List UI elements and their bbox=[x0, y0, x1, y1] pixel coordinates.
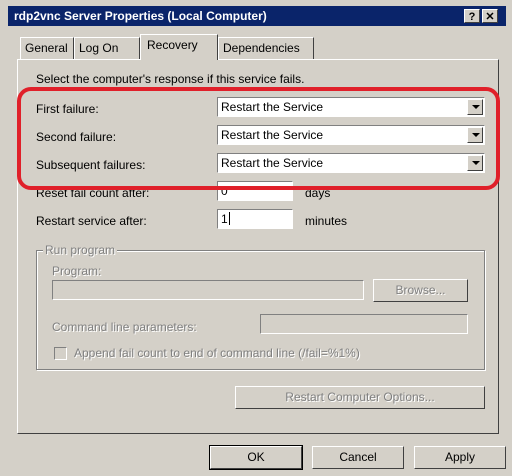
command-line-params-input[interactable] bbox=[260, 314, 468, 334]
second-failure-select[interactable]: Restart the Service bbox=[217, 125, 485, 145]
instruction-text: Select the computer's response if this s… bbox=[36, 72, 305, 86]
chevron-down-icon bbox=[472, 105, 480, 109]
subsequent-failures-value: Restart the Service bbox=[221, 156, 324, 170]
second-failure-value: Restart the Service bbox=[221, 128, 324, 142]
cancel-button[interactable]: Cancel bbox=[312, 446, 404, 469]
restart-service-value: 1 bbox=[221, 212, 228, 226]
tab-dependencies[interactable]: Dependencies bbox=[218, 37, 314, 59]
tab-log-on[interactable]: Log On bbox=[74, 37, 140, 59]
restart-service-unit: minutes bbox=[305, 214, 348, 228]
restart-service-input[interactable]: 1 bbox=[217, 209, 293, 229]
title-bar[interactable]: rdp2vnc Server Properties (Local Compute… bbox=[8, 6, 506, 26]
text-caret bbox=[228, 212, 230, 225]
chevron-down-icon bbox=[472, 161, 480, 165]
append-fail-count-checkbox[interactable] bbox=[54, 347, 67, 360]
properties-dialog: rdp2vnc Server Properties (Local Compute… bbox=[0, 0, 512, 476]
subsequent-failures-label: Subsequent failures: bbox=[36, 158, 146, 172]
tab-recovery[interactable]: Recovery bbox=[140, 34, 218, 60]
window-title: rdp2vnc Server Properties (Local Compute… bbox=[14, 9, 267, 23]
close-icon[interactable]: ✕ bbox=[482, 9, 498, 23]
second-failure-label: Second failure: bbox=[36, 130, 117, 144]
first-failure-label: First failure: bbox=[36, 102, 99, 116]
first-failure-value: Restart the Service bbox=[221, 100, 324, 114]
help-button[interactable]: ? bbox=[464, 9, 480, 23]
tab-general[interactable]: General bbox=[20, 37, 74, 59]
restart-computer-options-button[interactable]: Restart Computer Options... bbox=[235, 386, 485, 409]
reset-fail-count-input[interactable]: 0 bbox=[217, 181, 293, 201]
dropdown-button[interactable] bbox=[467, 127, 483, 143]
run-program-group-label: Run program bbox=[43, 243, 118, 257]
subsequent-failures-select[interactable]: Restart the Service bbox=[217, 153, 485, 173]
program-label: Program: bbox=[52, 264, 102, 278]
first-failure-select[interactable]: Restart the Service bbox=[217, 97, 485, 117]
append-fail-count-label: Append fail count to end of command line… bbox=[74, 346, 360, 360]
dropdown-button[interactable] bbox=[467, 155, 483, 171]
chevron-down-icon bbox=[472, 133, 480, 137]
apply-button[interactable]: Apply bbox=[414, 446, 506, 469]
ok-button[interactable]: OK bbox=[209, 445, 303, 470]
restart-service-label: Restart service after: bbox=[36, 214, 147, 228]
reset-fail-count-label: Reset fail count after: bbox=[36, 186, 150, 200]
reset-fail-count-unit: days bbox=[305, 186, 331, 200]
command-line-params-label: Command line parameters: bbox=[52, 320, 197, 334]
dropdown-button[interactable] bbox=[467, 99, 483, 115]
browse-button[interactable]: Browse... bbox=[373, 279, 468, 302]
program-input[interactable] bbox=[52, 280, 364, 300]
